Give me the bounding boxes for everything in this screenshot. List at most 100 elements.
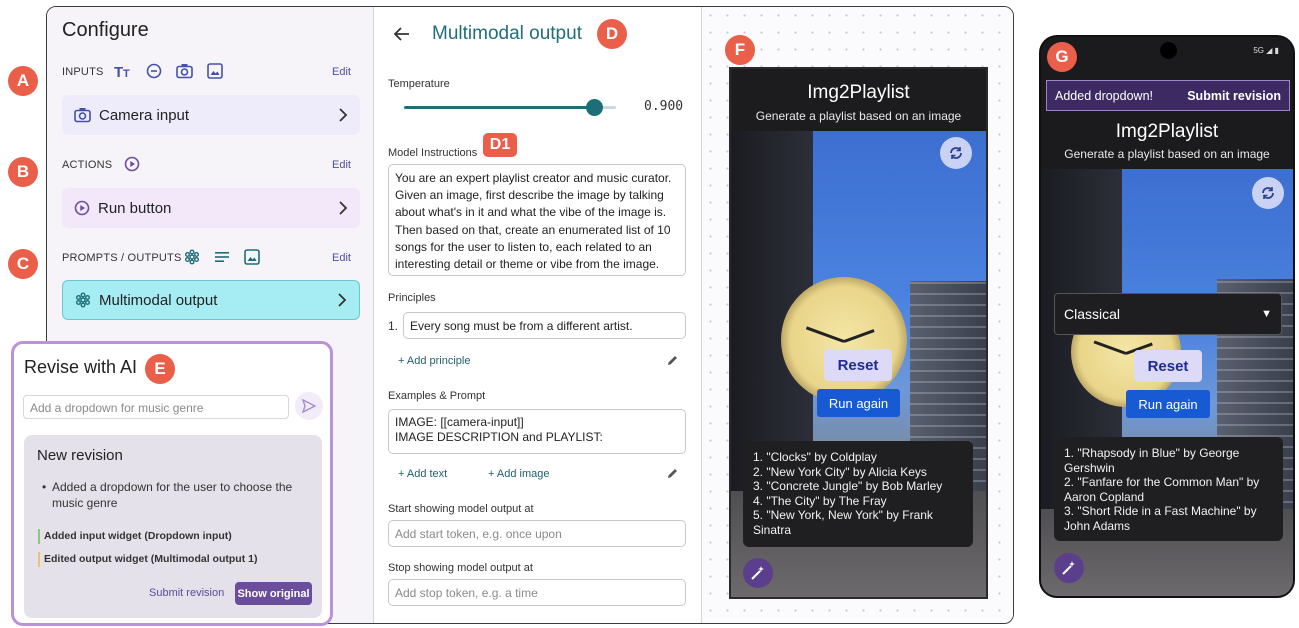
playlist-item: 4. "The City" by The Fray [753,493,887,508]
principle-number: 1. [388,319,399,333]
banner-submit-button[interactable]: Submit revision [1187,89,1281,103]
playlist-output: 1. "Rhapsody in Blue" by George Gershwin… [1054,437,1283,541]
circle-dot-icon[interactable] [146,63,162,79]
run-again-button[interactable]: Run again [817,389,900,417]
status-bar: 5G ◢ ▮ [1253,46,1279,55]
examples-line-2: IMAGE DESCRIPTION and PLAYLIST: [395,430,603,444]
dropdown-value: Classical [1064,306,1121,322]
switch-camera-icon[interactable] [940,137,972,169]
svg-text:T: T [114,64,123,79]
actions-edit-link[interactable]: Edit [332,159,351,171]
revision-summary: Added a dropdown for the user to choose … [42,479,307,511]
playlist-item: 2. "Fanfare for the Common Man" by Aaron… [1064,475,1260,504]
stop-output-label: Stop showing model output at [388,562,533,574]
reset-button[interactable]: Reset [824,349,892,381]
examples-prompt-textarea[interactable]: IMAGE: [[camera-input]] IMAGE DESCRIPTIO… [388,409,686,454]
actions-label: ACTIONS [62,159,113,171]
run-button-label: Run button [98,199,172,217]
image-icon[interactable] [244,249,260,265]
temperature-label: Temperature [388,78,450,90]
playlist-item: 3. "Short Ride in a Fast Machine" by Joh… [1064,504,1257,533]
principles-label: Principles [388,292,436,304]
clock-image [781,277,907,403]
multimodal-output-card[interactable]: Multimodal output [62,280,360,320]
preview-panel: F Img2Playlist Generate a playlist based… [702,7,1013,623]
play-circle-icon [74,200,90,216]
chevron-right-icon [337,293,347,307]
front-camera [1160,42,1177,59]
gemini-icon [75,292,91,308]
camera-icon [74,107,91,123]
playlist-item: 3. "Concrete Jungle" by Bob Marley [753,479,943,493]
back-arrow-icon[interactable] [393,27,410,46]
examples-prompt-label: Examples & Prompt [388,390,486,402]
inputs-edit-link[interactable]: Edit [332,66,351,78]
switch-camera-icon[interactable] [1252,177,1284,209]
output-editor-panel: Multimodal output D Temperature 0.900 Mo… [374,7,702,623]
pencil-icon[interactable] [666,354,679,372]
magic-wand-icon[interactable] [1054,553,1084,583]
svg-text:T: T [123,68,130,79]
text-format-icon[interactable]: TT [114,63,132,79]
revise-with-ai-panel: Revise with AI E Add a dropdown for musi… [11,341,333,626]
model-instructions-label: Model Instructions [388,147,478,159]
genre-dropdown[interactable]: Classical ▼ [1054,293,1282,335]
configure-title: Configure [62,19,149,41]
prompts-outputs-label: PROMPTS / OUTPUTS [62,252,182,264]
temperature-value: 0.900 [644,99,684,114]
playlist-output: 1. "Clocks" by Coldplay 2. "New York Cit… [743,441,973,547]
playlist-item: 1. "Rhapsody in Blue" by George Gershwin [1064,446,1240,475]
inputs-label: INPUTS [62,66,104,78]
caret-down-icon: ▼ [1261,308,1272,320]
app-title: Img2Playlist [1115,121,1219,142]
app-preview-g: 5G ◢ ▮ Added dropdown! Submit revision I… [1039,35,1295,598]
badge-f: F [725,35,755,65]
change-edited-output: Edited output widget (Multimodal output … [38,552,257,567]
app-title: Img2Playlist [807,82,910,103]
chevron-right-icon [338,108,348,122]
run-again-button[interactable]: Run again [1126,390,1210,418]
camera-input-label: Camera input [99,106,190,124]
stop-token-input[interactable]: Add stop token, e.g. a time [388,579,686,606]
magic-wand-icon[interactable] [743,558,773,588]
temperature-slider-track[interactable] [404,106,595,109]
run-button-card[interactable]: Run button [62,188,360,228]
inputs-icons: TT [114,63,223,79]
camera-icon[interactable] [176,63,193,79]
badge-e: E [145,354,175,384]
principle-1-input[interactable]: Every song must be from a different arti… [403,312,686,339]
submit-revision-link[interactable]: Submit revision [149,587,224,599]
prompts-icons [184,249,260,265]
new-revision-card: New revision Added a dropdown for the us… [24,435,322,618]
send-icon[interactable] [295,392,323,420]
chevron-right-icon [338,201,348,215]
pencil-icon[interactable] [666,467,679,485]
badge-g: G [1047,42,1077,72]
revision-banner: Added dropdown! Submit revision [1046,80,1290,111]
start-output-label: Start showing model output at [388,503,534,515]
badge-d: D [597,19,627,49]
playlist-item: 2. "New York City" by Alicia Keys [753,464,927,479]
actions-icons [124,156,140,172]
image-icon[interactable] [207,63,223,79]
text-lines-icon[interactable] [214,250,230,264]
revise-input[interactable]: Add a dropdown for music genre [23,395,289,419]
prompts-edit-link[interactable]: Edit [332,252,351,264]
add-principle-link[interactable]: + Add principle [398,355,470,367]
badge-c: C [8,249,38,279]
temperature-slider-thumb[interactable] [586,99,604,116]
app-subtitle: Generate a playlist based on an image [1064,147,1270,161]
camera-input-card[interactable]: Camera input [62,95,360,135]
gemini-icon[interactable] [184,249,200,265]
play-circle-icon[interactable] [124,156,140,172]
add-image-link[interactable]: + Add image [488,468,549,480]
app-preview-f: Img2Playlist Generate a playlist based o… [729,67,988,599]
reset-button[interactable]: Reset [1134,350,1202,382]
start-token-input[interactable]: Add start token, e.g. once upon [388,520,686,547]
model-instructions-textarea[interactable]: You are an expert playlist creator and m… [388,164,686,276]
add-text-link[interactable]: + Add text [398,468,447,480]
show-original-button[interactable]: Show original [235,582,312,605]
multimodal-output-label: Multimodal output [99,291,218,309]
badge-b: B [8,157,38,187]
editor-title: Multimodal output [432,23,582,44]
